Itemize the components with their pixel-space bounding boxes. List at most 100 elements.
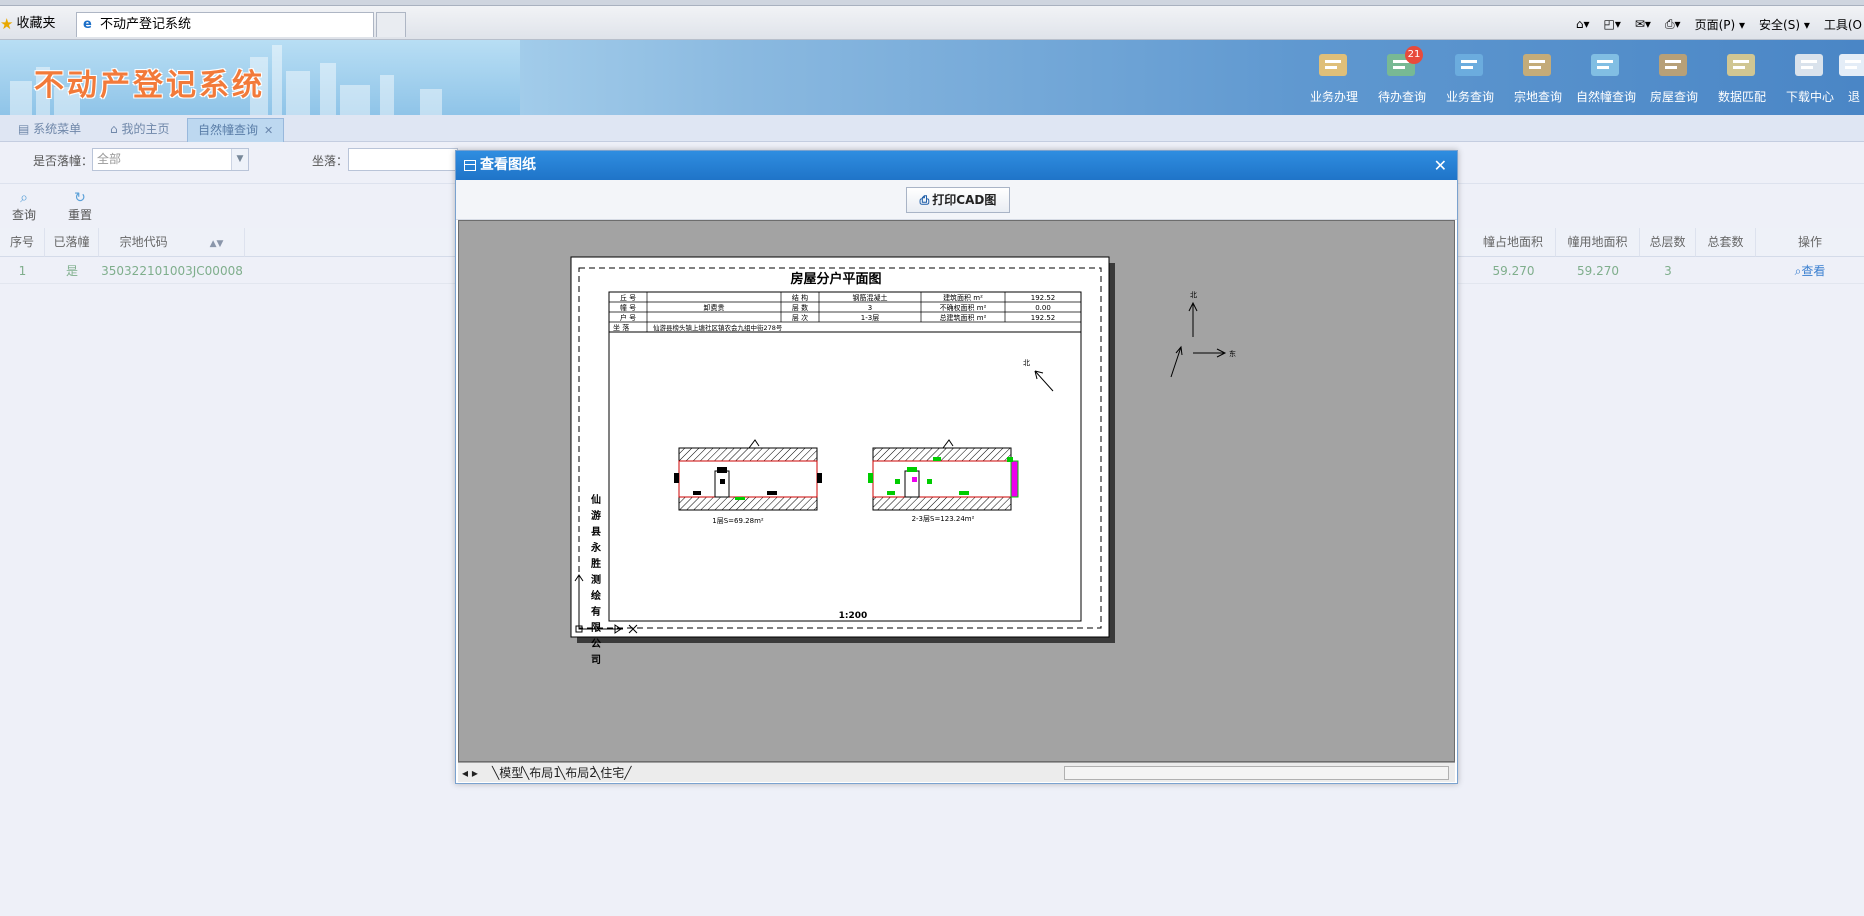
favorites-label: 收藏夹 — [16, 16, 56, 31]
nav-label: 下载中心 — [1785, 90, 1834, 104]
table-cell: 幢 号 — [620, 303, 636, 312]
horizontal-scrollbar[interactable] — [1064, 766, 1449, 780]
cell-occupy-area: 59.270 — [1471, 258, 1556, 284]
drawing-modal: 查看图纸 ✕ ⎙ 打印CAD图 房屋分户平面图 丘 号 结 构 钢筋混凝土 建筑面积 m… — [455, 150, 1458, 784]
nav-item[interactable]: 业务查询 — [1436, 44, 1504, 115]
col-header-use-area: 幢用地面积 — [1556, 228, 1640, 257]
safety-menu[interactable]: 安全(S) ▾ — [1759, 16, 1810, 33]
company-char: 公 — [591, 638, 601, 650]
table-cell: 0.00 — [1035, 304, 1051, 312]
layout-tab[interactable]: ╲布局1 — [522, 765, 561, 781]
cad-viewer[interactable]: 房屋分户平面图 丘 号结 构钢筋混凝土 建筑面积 m² 192.52 幢 号卸费贵层 … — [458, 220, 1455, 762]
reset-label: 重置 — [67, 208, 92, 222]
chevron-down-icon[interactable]: ▼ — [231, 149, 248, 170]
cad-drawing: 房屋分户平面图 丘 号结 构钢筋混凝土 建筑面积 m² 192.52幢 号卸费贵层 … — [570, 256, 1236, 666]
main-nav: 业务办理 21 待办查询 业务查询 宗地查询 自然幢查询 房屋查询 数据匹配 下载中心退 — [1300, 44, 1864, 115]
tab-home[interactable]: ⌂ 我的主页 — [100, 118, 179, 142]
browser-tab[interactable]: e 不动产登记系统 — [76, 12, 374, 37]
company-char: 限 — [591, 622, 602, 634]
table-cell: 钢筋混凝土 — [853, 293, 888, 302]
tab-label: 我的主页 — [121, 122, 170, 136]
nav-label: 业务查询 — [1445, 90, 1494, 104]
printer-icon: ⎙ — [919, 193, 930, 207]
nav-item[interactable]: 房屋查询 — [1640, 44, 1708, 115]
nav-label: 业务办理 — [1309, 90, 1358, 104]
col-header-index: 序号 — [0, 228, 45, 257]
scale-label: 1:200 — [839, 611, 868, 621]
tab-building-query[interactable]: 自然幢查询 ✕ — [187, 118, 285, 142]
new-tab-button[interactable] — [376, 12, 406, 37]
drawing-title: 房屋分户平面图 — [790, 271, 881, 287]
col-header-occupy-area: 幢占地面积 — [1471, 228, 1556, 257]
rss-icon[interactable]: ◰▾ — [1604, 17, 1621, 31]
sort-icon: ▲▼ — [209, 239, 224, 249]
layout-tab[interactable]: ╲布局2 — [558, 765, 597, 781]
north-label: 北 — [1190, 291, 1197, 299]
table-cell: 丘 号 — [620, 293, 636, 302]
tab-nav-arrows[interactable]: ◂ ▸ — [462, 765, 478, 781]
nav-item[interactable]: 宗地查询 — [1504, 44, 1572, 115]
search-icon: ⌕ — [20, 190, 28, 206]
tab-system-menu[interactable]: ▤ 系统菜单 — [8, 118, 91, 142]
app-logo: 不动产登记系统 — [34, 68, 265, 103]
table-cell: 192.52 — [1031, 294, 1056, 302]
refresh-icon: ↻ — [74, 190, 86, 206]
table-cell: 层 数 — [792, 303, 808, 312]
plan2-caption: 2-3层S=123.24m² — [912, 515, 975, 523]
company-char: 绘 — [591, 589, 601, 602]
col-header-parcel-code[interactable]: 宗地代码 ▲▼ — [99, 228, 245, 257]
home-icon[interactable]: ⌂▾ — [1576, 17, 1590, 31]
modal-toolbar: ⎙ 打印CAD图 — [456, 180, 1457, 220]
query-label: 查询 — [11, 208, 36, 222]
nav-label: 房屋查询 — [1649, 90, 1698, 104]
nav-item[interactable]: 数据匹配 — [1708, 44, 1776, 115]
nav-item[interactable]: 自然幢查询 — [1572, 44, 1640, 115]
company-name: 仙游县永胜测绘有限公司 — [590, 493, 602, 666]
notification-badge: 21 — [1405, 46, 1423, 64]
cell-index: 1 — [0, 258, 45, 284]
filter-location-label: 坐落： — [312, 154, 349, 168]
layout-tab[interactable]: ╲模型 — [492, 765, 523, 781]
print-cad-button[interactable]: ⎙ 打印CAD图 — [906, 187, 1010, 213]
nav-item[interactable]: 退 — [1839, 44, 1864, 115]
reset-button[interactable]: ↻ 重置 — [60, 190, 100, 223]
filter-location-input[interactable] — [348, 148, 458, 171]
nav-label: 待办查询 — [1377, 90, 1426, 104]
company-char: 仙 — [591, 493, 601, 506]
query-button[interactable]: ⌕ 查询 — [4, 190, 44, 223]
filter-landed-select[interactable]: 全部 ▼ — [92, 148, 249, 171]
parcel-search-icon — [1517, 46, 1559, 84]
close-icon[interactable]: ✕ — [1434, 151, 1447, 180]
col-header-label: 宗地代码 — [119, 235, 168, 249]
address-value: 仙游县榜头镇上塘社区镇农会九组中街278号 — [653, 323, 783, 332]
table-cell: 户 号 — [620, 313, 636, 322]
favorites-button[interactable]: ★ 收藏夹 — [0, 14, 55, 34]
company-char: 县 — [591, 526, 601, 538]
nav-label: 自然幢查询 — [1575, 90, 1636, 104]
tab-label: 自然幢查询 — [198, 123, 259, 137]
col-header-units: 总套数 — [1696, 228, 1756, 257]
nav-item[interactable]: 业务办理 — [1300, 44, 1368, 115]
layout-tab-label: 住宅 — [600, 766, 625, 780]
page-menu[interactable]: 页面(P) ▾ — [1695, 16, 1745, 33]
east-label: 东 — [1229, 349, 1236, 358]
close-icon[interactable]: ✕ — [264, 124, 273, 137]
table-cell: 1-3层 — [861, 314, 879, 322]
layout-tab[interactable]: ╲住宅╱ — [593, 765, 631, 781]
print-icon[interactable]: ⎙▾ — [1665, 17, 1681, 32]
business-search-icon — [1449, 46, 1491, 84]
nav-item[interactable]: 21 待办查询 — [1368, 44, 1436, 115]
browser-commands: ⌂▾ ◰▾ ✉▾ ⎙▾ 页面(P) ▾ 安全(S) ▾ 工具(O — [1576, 14, 1864, 34]
view-link[interactable]: ⌕查看 — [1756, 258, 1864, 284]
modal-title: 查看图纸 — [480, 157, 536, 173]
browser-toolbar: ★ 收藏夹 e 不动产登记系统 ⌂▾ ◰▾ ✉▾ ⎙▾ 页面(P) ▾ 安全(S… — [0, 0, 1864, 40]
company-char: 司 — [591, 654, 601, 666]
mail-icon[interactable]: ✉▾ — [1635, 17, 1651, 31]
browser-tab-title: 不动产登记系统 — [99, 17, 191, 32]
tools-menu[interactable]: 工具(O — [1824, 16, 1862, 33]
cell-landed: 是 — [45, 258, 99, 284]
ie-icon: e — [83, 17, 92, 32]
company-char: 测 — [591, 573, 601, 586]
layout-tab-label: 模型 — [499, 766, 524, 780]
address-bar-strip — [0, 0, 1864, 6]
